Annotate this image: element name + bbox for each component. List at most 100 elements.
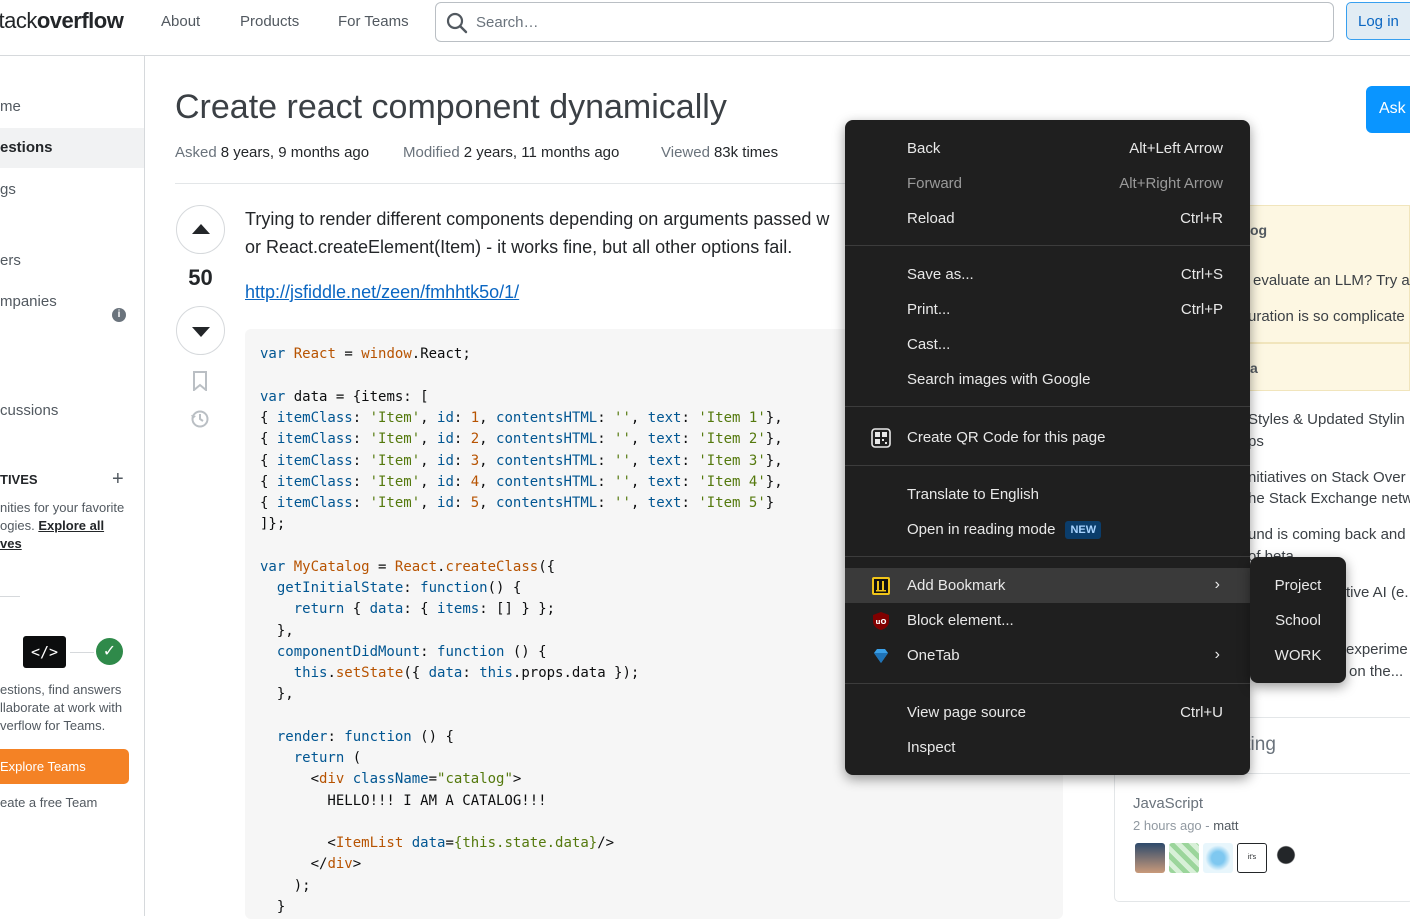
- arrow-down-icon: [192, 327, 210, 337]
- submenu-item-project[interactable]: Project: [1250, 577, 1346, 594]
- menu-item-reload[interactable]: Reload Ctrl+R: [845, 201, 1250, 236]
- question-body-line-1: Trying to render different components de…: [245, 209, 830, 229]
- bookmark-icon[interactable]: [192, 371, 208, 391]
- search-placeholder: Search…: [476, 14, 539, 31]
- code-line: getInitialState: function() {: [276, 580, 522, 596]
- avatar[interactable]: [1203, 843, 1233, 873]
- plus-icon[interactable]: +: [112, 468, 124, 491]
- avatar[interactable]: [1169, 843, 1199, 873]
- meta-item[interactable]: nitiatives on Stack Over: [1248, 469, 1406, 486]
- modified-value[interactable]: 2 years, 11 months ago: [464, 144, 620, 161]
- avatar[interactable]: [1135, 843, 1165, 873]
- menu-item-forward: Forward Alt+Right Arrow: [845, 166, 1250, 201]
- modified-meta: Modified 2 years, 11 months ago: [403, 144, 619, 161]
- menu-item-onetab[interactable]: OneTab ›: [845, 638, 1250, 673]
- sidebar-item-questions[interactable]: estions: [0, 128, 144, 168]
- meta-item[interactable]: Styles & Updated Stylin: [1248, 411, 1405, 428]
- asked-label: Asked: [175, 144, 217, 161]
- downvote-button[interactable]: [176, 306, 225, 355]
- nav-products[interactable]: Products: [240, 13, 299, 30]
- code-line: HELLO!!! I AM A CATALOG!!!: [260, 793, 547, 809]
- sidebar-item-companies[interactable]: mpanies: [0, 293, 57, 310]
- logo-text-a: stack: [0, 8, 37, 33]
- hot-item-title[interactable]: JavaScript: [1133, 795, 1203, 812]
- question-title[interactable]: Create react component dynamically: [175, 88, 727, 127]
- menu-shortcut: Ctrl+R: [1180, 210, 1223, 227]
- blog-item[interactable]: evaluate an LLM? Try a: [1253, 272, 1410, 289]
- menu-item-reading-mode[interactable]: Open in reading mode NEW: [845, 512, 1250, 547]
- menu-item-view-source[interactable]: View page source Ctrl+U: [845, 695, 1250, 730]
- login-button[interactable]: Log in: [1346, 2, 1410, 40]
- menu-separator: [845, 406, 1250, 407]
- menu-label: Save as...: [907, 266, 974, 283]
- upvote-button[interactable]: [176, 205, 225, 254]
- meta-item[interactable]: und is coming back and: [1248, 526, 1406, 543]
- meta-item[interactable]: experime: [1346, 641, 1408, 658]
- code-line: var React = window.React;: [260, 346, 471, 362]
- nav-about[interactable]: About: [161, 13, 200, 30]
- code-icon: </>: [23, 636, 66, 668]
- menu-shortcut: Ctrl+S: [1180, 266, 1223, 283]
- code-line: <ItemList data={this.state.data}/>: [260, 835, 615, 851]
- menu-item-search-images[interactable]: Search images with Google: [845, 362, 1250, 397]
- nav-for-teams[interactable]: For Teams: [338, 13, 409, 30]
- menu-label: Reload: [907, 210, 955, 227]
- meta-item[interactable]: ps: [1248, 433, 1264, 450]
- bookmark-submenu: Project School WORK: [1250, 557, 1346, 683]
- sidebar-item-tags[interactable]: gs: [0, 181, 16, 198]
- explore-collectives-link[interactable]: Explore all: [38, 518, 104, 533]
- explore-collectives-link-2[interactable]: ves: [0, 536, 22, 551]
- menu-item-save-as[interactable]: Save as... Ctrl+S: [845, 257, 1250, 292]
- code-line: var MyCatalog = React.createClass({: [260, 559, 556, 575]
- avatar[interactable]: it's: [1237, 843, 1267, 873]
- menu-separator: [845, 683, 1250, 684]
- meta-item[interactable]: he Stack Exchange netw: [1248, 490, 1410, 507]
- menu-item-add-bookmark[interactable]: Add Bookmark ›: [845, 568, 1250, 603]
- question-body: Trying to render different components de…: [245, 205, 829, 261]
- menu-label: View page source: [907, 704, 1026, 721]
- asked-meta: Asked 8 years, 9 months ago: [175, 144, 369, 161]
- menu-label: Add Bookmark: [907, 577, 1006, 594]
- menu-item-qr-code[interactable]: Create QR Code for this page: [845, 420, 1250, 455]
- menu-item-print[interactable]: Print... Ctrl+P: [845, 292, 1250, 327]
- chevron-right-icon: ›: [1214, 576, 1220, 593]
- stackoverflow-logo[interactable]: stackoverflow: [0, 8, 135, 38]
- explore-teams-button[interactable]: Explore Teams: [0, 749, 129, 784]
- meta-heading: a: [1250, 360, 1258, 376]
- logo-text-b: overflow: [36, 8, 124, 33]
- sidebar-item-home[interactable]: me: [0, 98, 21, 115]
- code-line: },: [260, 686, 294, 702]
- menu-label: Create QR Code for this page: [907, 429, 1106, 446]
- collectives-text-2: ogies. Explore all: [0, 518, 104, 533]
- avatar[interactable]: [1271, 843, 1301, 873]
- code-line: }: [260, 899, 286, 915]
- code-line: return (: [293, 750, 362, 766]
- search-input[interactable]: Search…: [435, 2, 1334, 42]
- search-icon: [446, 12, 468, 34]
- submenu-item-school[interactable]: School: [1250, 612, 1346, 629]
- code-line: { itemClass: 'Item', id: 3, contentsHTML…: [260, 453, 783, 469]
- menu-item-back[interactable]: Back Alt+Left Arrow: [845, 131, 1250, 166]
- meta-item[interactable]: on the...: [1349, 663, 1403, 680]
- meta-item[interactable]: tive AI (e.: [1346, 584, 1409, 601]
- create-free-team-link[interactable]: eate a free Team: [0, 795, 97, 810]
- ask-question-button[interactable]: Ask: [1366, 86, 1410, 133]
- blog-item[interactable]: uration is so complicate: [1248, 308, 1405, 325]
- code-line: ]};: [260, 516, 286, 532]
- jsfiddle-link[interactable]: http://jsfiddle.net/zeen/fmhhtk5o/1/: [245, 282, 519, 303]
- code-line: },: [260, 623, 294, 639]
- menu-item-inspect[interactable]: Inspect: [845, 730, 1250, 765]
- info-icon[interactable]: i: [112, 308, 126, 322]
- hot-item-user[interactable]: matt: [1213, 818, 1238, 833]
- sidebar-item-discussions[interactable]: cussions: [0, 402, 58, 419]
- menu-item-translate[interactable]: Translate to English: [845, 477, 1250, 512]
- menu-separator: [845, 556, 1250, 557]
- chevron-right-icon: ›: [1214, 646, 1220, 663]
- sidebar-item-users[interactable]: ers: [0, 252, 21, 269]
- submenu-item-work[interactable]: WORK: [1250, 647, 1346, 664]
- hot-item-time: 2 hours ago -: [1133, 818, 1210, 833]
- menu-item-cast[interactable]: Cast...: [845, 327, 1250, 362]
- history-icon[interactable]: [190, 409, 210, 429]
- hot-item-meta: 2 hours ago - matt: [1133, 818, 1239, 833]
- menu-item-block-element[interactable]: uO Block element...: [845, 603, 1250, 638]
